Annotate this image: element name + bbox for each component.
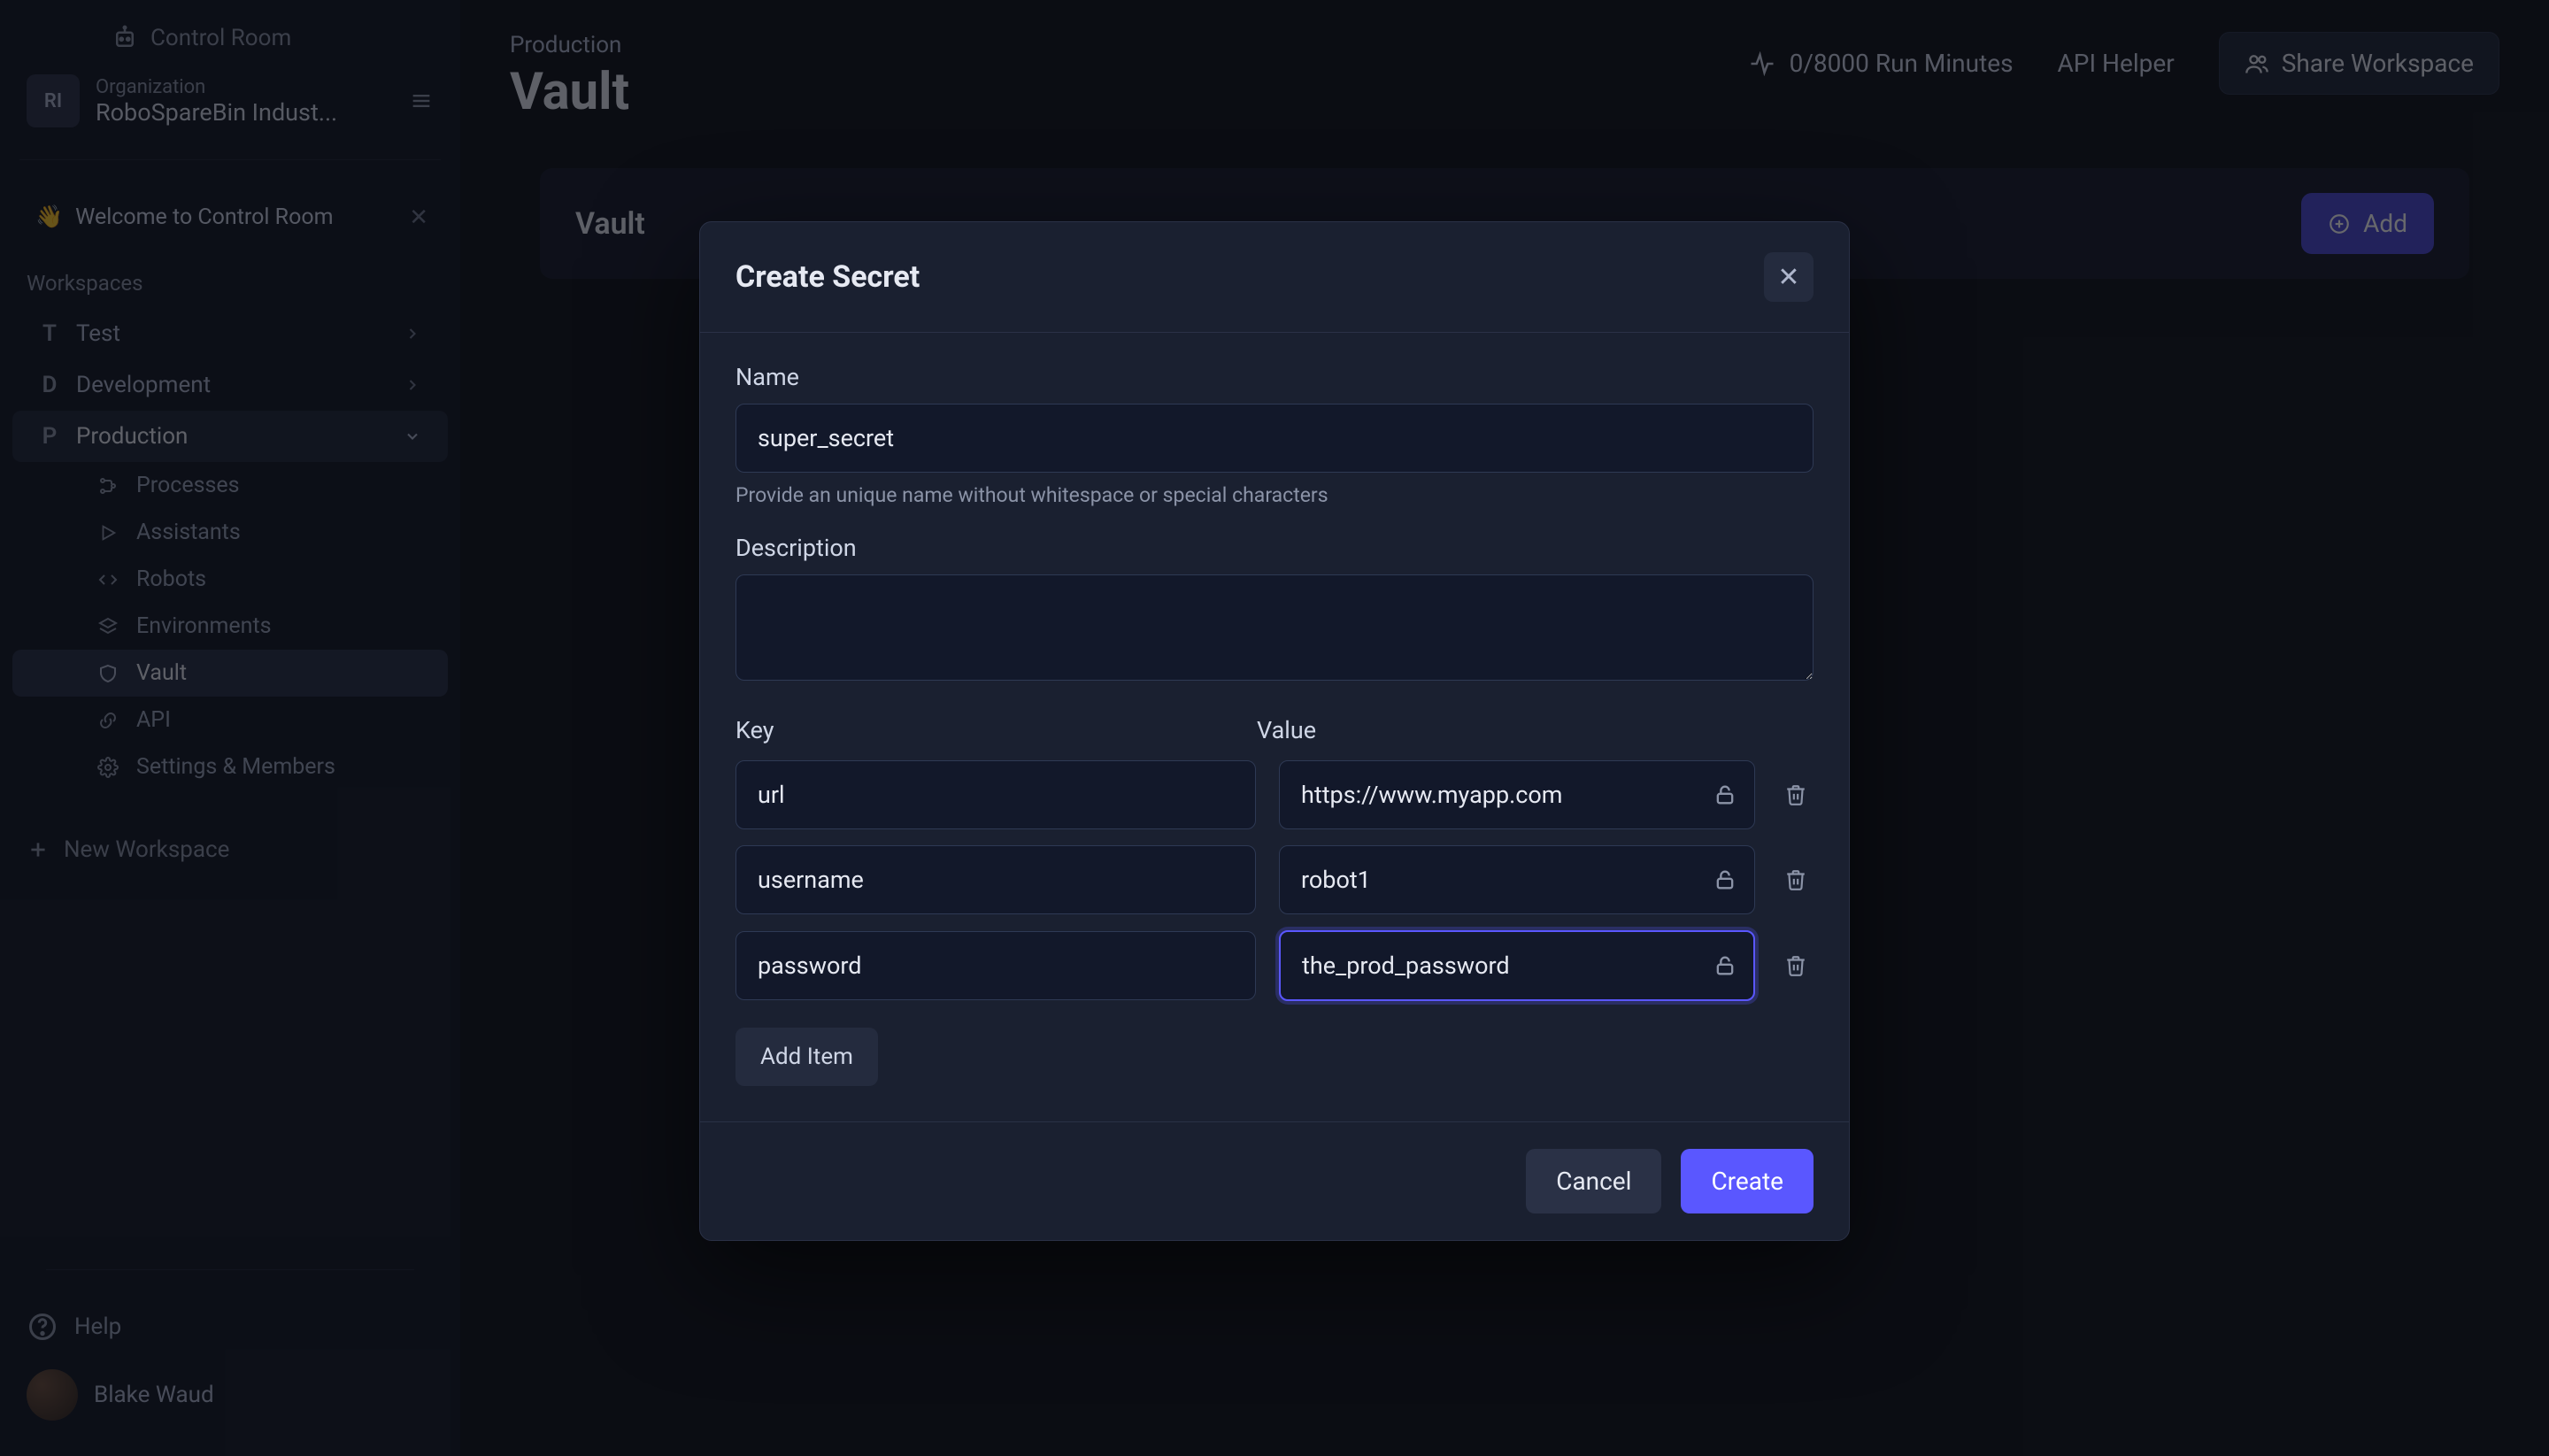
delete-row-button[interactable] <box>1778 783 1814 806</box>
modal-overlay: Create Secret ✕ Name Provide an unique n… <box>0 0 2549 1456</box>
name-label: Name <box>735 363 1814 391</box>
unlock-icon[interactable] <box>1713 867 1737 892</box>
close-icon: ✕ <box>1777 262 1799 293</box>
add-item-button[interactable]: Add Item <box>735 1028 878 1086</box>
kv-row <box>735 930 1814 1001</box>
modal-title: Create Secret <box>735 259 920 295</box>
key-column-label: Key <box>735 716 1234 744</box>
kv-row <box>735 760 1814 829</box>
name-input[interactable] <box>735 404 1814 473</box>
value-input[interactable] <box>1279 760 1755 829</box>
key-input[interactable] <box>735 760 1256 829</box>
cancel-button[interactable]: Cancel <box>1526 1149 1661 1213</box>
description-label: Description <box>735 534 1814 562</box>
value-input[interactable] <box>1279 930 1755 1001</box>
create-secret-modal: Create Secret ✕ Name Provide an unique n… <box>699 221 1850 1241</box>
delete-row-button[interactable] <box>1778 954 1814 977</box>
key-input[interactable] <box>735 931 1256 1000</box>
name-help: Provide an unique name without whitespac… <box>735 483 1814 507</box>
close-button[interactable]: ✕ <box>1764 252 1814 302</box>
description-input[interactable] <box>735 574 1814 681</box>
unlock-icon[interactable] <box>1713 953 1737 978</box>
key-input[interactable] <box>735 845 1256 914</box>
value-column-label: Value <box>1257 716 1755 744</box>
create-button[interactable]: Create <box>1681 1149 1814 1213</box>
value-input[interactable] <box>1279 845 1755 914</box>
unlock-icon[interactable] <box>1713 782 1737 807</box>
delete-row-button[interactable] <box>1778 868 1814 891</box>
kv-row <box>735 845 1814 914</box>
